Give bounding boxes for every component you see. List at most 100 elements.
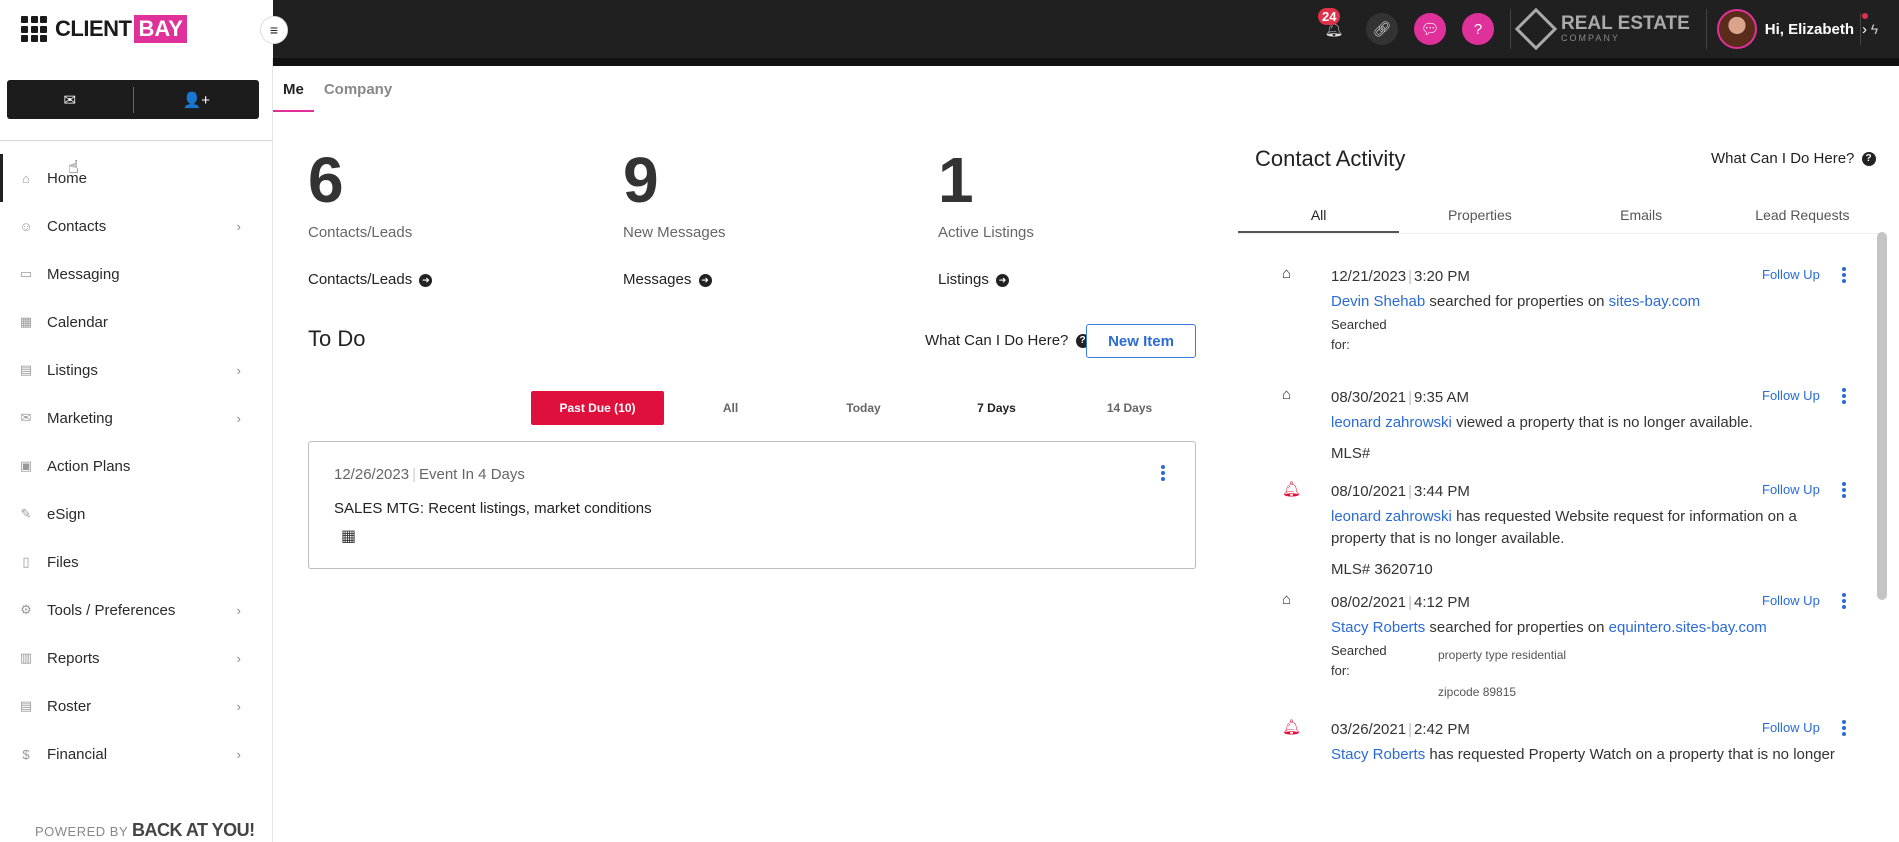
activity-tab[interactable]: Properties (1399, 200, 1560, 233)
sidebar-item-label: Home (47, 169, 88, 187)
activity-time: 3:44 PM (1413, 483, 1470, 500)
filter-tab[interactable]: Today (797, 391, 930, 425)
link-button[interactable]: 🔗︎ (1366, 13, 1398, 45)
question-icon: ? (1473, 20, 1483, 38)
link-icon: 🔗︎ (1372, 21, 1392, 38)
contact-name-link[interactable]: leonard zahrowski (1331, 508, 1452, 525)
calendar-icon: ▦ (19, 314, 33, 329)
stat-link[interactable]: Messages ➜ (623, 271, 923, 288)
new-item-button[interactable]: New Item (1086, 324, 1196, 358)
sidebar-item-marketing[interactable]: ✉ Marketing › (0, 394, 273, 442)
filter-tab[interactable]: Past Due (10) (531, 391, 664, 425)
help-button[interactable]: ? (1462, 13, 1494, 45)
sidebar-item-label: eSign (47, 505, 86, 523)
files-icon: ▯ (22, 554, 30, 569)
activity-date-value: 08/10/2021 (1331, 483, 1407, 500)
site-link[interactable]: sites-bay.com (1609, 293, 1700, 310)
stat-link[interactable]: Contacts/Leads ➜ (308, 271, 608, 288)
contact-name-link[interactable]: Stacy Roberts (1331, 746, 1425, 763)
follow-up-link[interactable]: Follow Up (1762, 482, 1820, 497)
sidebar-item-label: Financial (47, 745, 108, 763)
chevron-right-icon: › (236, 746, 241, 762)
email-icon[interactable]: ✉ (7, 91, 133, 109)
contact-activity-help-link[interactable]: What Can I Do Here? ? (1711, 150, 1876, 167)
home-icon: ⌂ (1282, 386, 1292, 403)
sidebar-item-label: Marketing (47, 409, 113, 427)
bell-icon: 🔔︎ (1282, 719, 1302, 736)
arrow-right-icon: ➜ (419, 273, 433, 287)
more-options-icon[interactable] (1841, 388, 1847, 404)
calendar-icon: ▦ (341, 528, 357, 545)
site-link[interactable]: equintero.sites-bay.com (1609, 619, 1767, 636)
sidebar-item-roster[interactable]: ▤ Roster › (0, 682, 273, 730)
follow-up-link[interactable]: Follow Up (1762, 593, 1820, 608)
stat-link-label: Listings (938, 271, 989, 288)
activity-date: 08/02/2021 | 4:12 PM (1331, 594, 1470, 611)
sidebar-item-contacts[interactable]: ☺ Contacts › (0, 202, 273, 250)
sidebar-item-label: Files (47, 553, 79, 571)
sidebar-item-financial[interactable]: $ Financial › (0, 730, 273, 778)
follow-up-link[interactable]: Follow Up (1762, 267, 1820, 282)
chevron-right-icon: › (236, 698, 241, 714)
stat-link[interactable]: Listings ➜ (938, 271, 1238, 288)
sidebar-item-home[interactable]: ⌂ Home (0, 154, 273, 202)
sidebar-item-messaging[interactable]: ▭ Messaging (0, 250, 273, 298)
contact-name-link[interactable]: Stacy Roberts (1331, 619, 1425, 636)
more-options-icon[interactable] (1841, 720, 1847, 736)
activity-tab[interactable]: Emails (1561, 200, 1722, 233)
tools-icon: ⚙ (20, 602, 32, 617)
sidebar-item-reports[interactable]: ▥ Reports › (0, 634, 273, 682)
searched-for-label: Searched for: (1331, 643, 1387, 678)
contact-name-link[interactable]: leonard zahrowski (1331, 414, 1452, 431)
collapse-sidebar-icon[interactable]: ≡ (260, 16, 288, 44)
contact-name-link[interactable]: Devin Shehab (1331, 293, 1425, 310)
filter-tab[interactable]: 14 Days (1063, 391, 1196, 425)
stat-link-label: Messages (623, 271, 692, 288)
sidebar-item-label: Action Plans (47, 457, 131, 475)
notifications-button[interactable]: 🔔︎ 24 (1318, 8, 1350, 45)
todo-card[interactable]: 12/26/2023 | Event In 4 Days SALES MTG: Re… (308, 441, 1196, 569)
status-dot (1862, 13, 1868, 19)
tab-me[interactable]: Me (273, 66, 314, 112)
powered-by-brand: BACK AT YOU! (132, 820, 255, 840)
action-plans-icon: ▣ (19, 458, 33, 473)
search-criteria: property type residential (1438, 648, 1567, 662)
sidebar-item-label: Messaging (47, 265, 120, 283)
divider: | (1408, 268, 1412, 285)
more-options-icon[interactable] (1841, 593, 1847, 609)
todo-help-link[interactable]: What Can I Do Here? ? (925, 332, 1090, 349)
avatar[interactable] (1716, 9, 1757, 49)
divider: | (1408, 721, 1412, 738)
filter-tab[interactable]: All (664, 391, 797, 425)
contact-activity-title: Contact Activity (1255, 146, 1406, 171)
sidebar-item-label: Reports (47, 649, 100, 667)
sidebar-item-files[interactable]: ▯ Files (0, 538, 273, 586)
scrollbar[interactable] (1877, 232, 1887, 600)
sidebar-item-action-plans[interactable]: ▣ Action Plans (0, 442, 273, 490)
filter-tab[interactable]: 7 Days (930, 391, 1063, 425)
chat-button[interactable]: 💬︎ (1414, 13, 1446, 45)
activity-feed: ⌂ 12/21/2023 | 3:20 PM Follow Up Devin Shehab… (1238, 240, 1878, 842)
follow-up-link[interactable]: Follow Up (1762, 388, 1820, 403)
activity-tab[interactable]: Lead Requests (1722, 200, 1883, 233)
activity-tab[interactable]: All (1238, 200, 1400, 233)
logo[interactable]: CLIENT BAY (0, 0, 273, 58)
sidebar-item-calendar[interactable]: ▦ Calendar (0, 298, 273, 346)
activity-date: 12/21/2023 | 3:20 PM (1331, 268, 1470, 285)
divider: | (1408, 483, 1412, 500)
tab-company[interactable]: Company (314, 66, 402, 112)
activity-text: Devin Shehab searched for properties on … (1331, 291, 1851, 313)
activity-date: 03/26/2021 | 2:42 PM (1331, 721, 1470, 738)
notification-badge: 24 (1318, 8, 1341, 25)
more-options-icon[interactable] (1160, 465, 1166, 481)
more-options-icon[interactable] (1841, 482, 1847, 498)
activity-date-value: 08/30/2021 (1331, 389, 1407, 406)
follow-up-link[interactable]: Follow Up (1762, 720, 1820, 735)
sidebar-item-esign[interactable]: ✎ eSign (0, 490, 273, 538)
sidebar-item-listings[interactable]: ▤ Listings › (0, 346, 273, 394)
sidebar-item-tools-preferences[interactable]: ⚙ Tools / Preferences › (0, 586, 273, 634)
activity-date-value: 08/02/2021 (1331, 594, 1407, 611)
add-contact-icon[interactable]: 👤+ (134, 91, 260, 109)
more-options-icon[interactable] (1841, 267, 1847, 283)
user-greeting[interactable]: Hi, Elizabeth (1765, 21, 1854, 38)
